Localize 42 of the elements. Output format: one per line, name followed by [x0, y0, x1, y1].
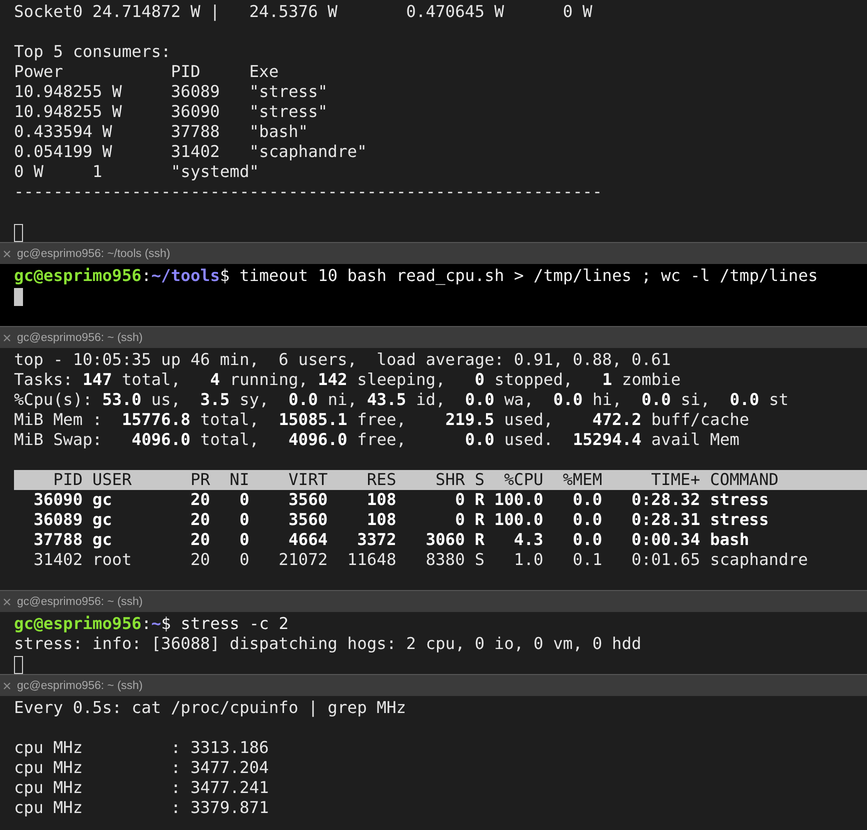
terminal-line: ------------------------------------------------------------ — [14, 182, 604, 202]
prompt-user: gc@esprimo956 — [14, 266, 142, 285]
pane-title: gc@esprimo956: ~ (ssh) — [17, 332, 143, 344]
pane-title: gc@esprimo956: ~ (ssh) — [17, 596, 143, 608]
command-text: $ timeout 10 bash read_cpu.sh > /tmp/lines ; wc -l /tmp/lines — [220, 266, 818, 285]
close-icon[interactable] — [3, 250, 11, 258]
terminal-line: 0.054199 W 31402 "scaphandre" — [14, 142, 368, 162]
prompt-path: ~/tools — [151, 266, 220, 285]
terminal-line: MiB Swap: 4096.0 total, 4096.0 free, 0.0 used. 15294.4 avail Mem — [14, 430, 740, 450]
pane-title: gc@esprimo956: ~ (ssh) — [17, 680, 143, 692]
terminal-line: top - 10:05:35 up 46 min, 6 users, load average: 0.91, 0.88, 0.61 — [14, 350, 672, 370]
terminal-line: cpu MHz : 3379.871 — [14, 798, 270, 818]
prompt-user: gc@esprimo956 — [14, 614, 142, 633]
terminal-line: Power PID Exe — [14, 62, 280, 82]
process-row-text: 36090 gc 20 0 3560 108 0 R 100.0 0.0 0:28.32 stress — [32, 490, 770, 510]
terminal-line: stress: info: [36088] dispatching hogs: 2 cpu, 0 io, 0 vm, 0 hdd — [14, 634, 642, 654]
terminal-line: 10.948255 W 36090 "stress" — [14, 102, 329, 122]
terminal-line: Tasks: 147 total, 4 running, 142 sleeping, 0 stopped, 1 zombie — [14, 370, 682, 390]
command-text: $ stress -c 2 — [161, 614, 288, 633]
process-row-text: 37788 gc 20 0 4664 3372 3060 R 4.3 0.0 0:00.34 bash — [32, 530, 750, 550]
close-icon[interactable] — [3, 334, 11, 342]
terminal-pane[interactable]: gc@esprimo956:~/tools$ timeout 10 bash read_cpu.sh > /tmp/lines ; wc -l /tmp/lines — [0, 264, 867, 326]
process-row-text: 36089 gc 20 0 3560 108 0 R 100.0 0.0 0:28.31 stress — [32, 510, 770, 530]
terminal-line: 0.433594 W 37788 "bash" — [14, 122, 310, 142]
command-text: : — [141, 266, 152, 285]
pane-title: gc@esprimo956: ~/tools (ssh) — [17, 248, 170, 260]
command-text: : — [141, 614, 152, 633]
table-header: PID USER PR NI VIRT RES SHR S %CPU %MEM TIME+ COMMAND — [14, 470, 867, 490]
terminal-line: 10.948255 W 36089 "stress" — [14, 82, 329, 102]
terminal-line: 0 W 1 "systemd" — [14, 162, 260, 182]
terminal-line: Top 5 consumers: — [14, 42, 172, 62]
terminal-line: cpu MHz : 3477.241 — [14, 778, 270, 798]
terminal-line: Every 0.5s: cat /proc/cpuinfo | grep MHz — [14, 698, 408, 718]
close-icon[interactable] — [3, 598, 11, 606]
terminal-line: MiB Mem : 15776.8 total, 15085.1 free, 219.5 used, 472.2 buff/cache — [14, 410, 750, 430]
close-icon[interactable] — [3, 682, 11, 690]
terminal-line: %Cpu(s): 53.0 us, 3.5 sy, 0.0 ni, 43.5 id, 0.0 wa, 0.0 hi, 0.0 si, 0.0 st — [14, 390, 790, 410]
terminal-line: cpu MHz : 3313.186 — [14, 738, 270, 758]
terminal-line: 31402 root 20 0 21072 11648 8380 S 1.0 0.1 0:01.65 scaphandre — [32, 550, 809, 570]
terminal-line: cpu MHz : 3477.204 — [14, 758, 270, 778]
terminal-line: Socket0 24.714872 W | 24.5376 W 0.470645 W 0 W — [14, 2, 594, 22]
prompt-path: ~ — [151, 614, 162, 633]
